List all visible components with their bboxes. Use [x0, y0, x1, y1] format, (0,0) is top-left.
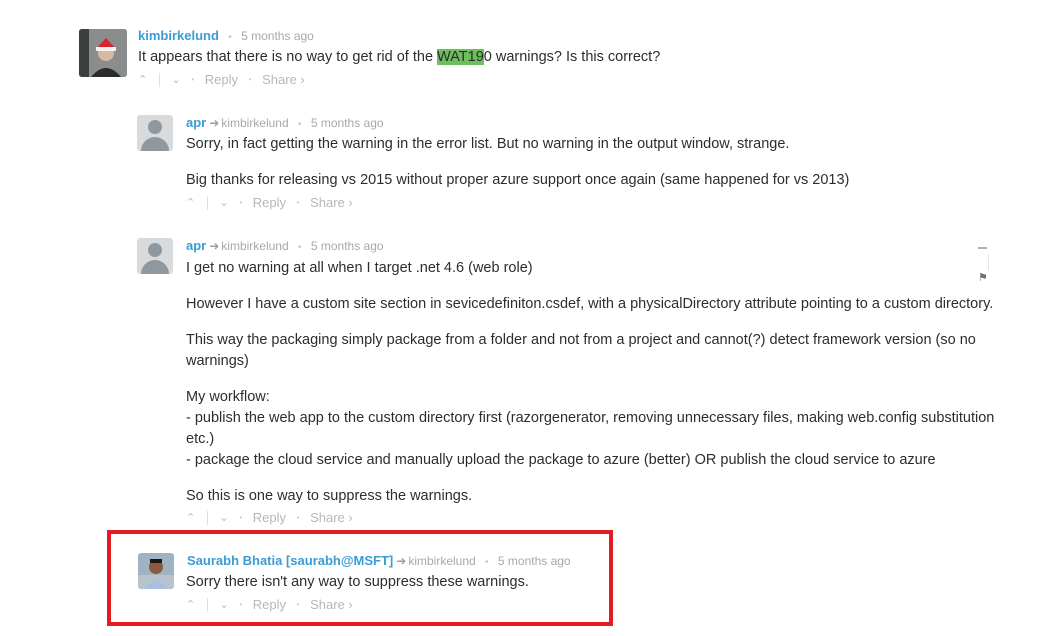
share-button[interactable]: Share ›	[310, 510, 353, 525]
default-avatar-body	[141, 260, 169, 274]
comment-meta: Saurabh Bhatia [saurabh@MSFT] ➜ kimbirkelu…	[187, 553, 571, 568]
separator-dot: •	[191, 75, 195, 85]
user-photo-avatar-icon	[79, 29, 127, 77]
downvote-icon[interactable]: ⌄	[219, 196, 228, 209]
message-paragraph: Sorry there isn't any way to suppress th…	[186, 574, 529, 590]
downvote-icon[interactable]: ⌄	[171, 73, 180, 86]
parent-author-link[interactable]: kimbirkelund	[408, 554, 475, 568]
message-paragraph: Sorry, in fact getting the warning in th…	[186, 136, 790, 152]
default-avatar-icon	[148, 243, 162, 257]
message-paragraph: I get no warning at all when I target .n…	[186, 260, 533, 276]
upvote-icon[interactable]: ⌃	[186, 196, 195, 209]
reply-arrow-icon: ➜	[209, 239, 220, 253]
comment-meta: kimbirkelund • 5 months ago	[138, 28, 314, 43]
downvote-icon[interactable]: ⌄	[219, 598, 228, 611]
author-link[interactable]: kimbirkelund	[138, 28, 219, 43]
author-link[interactable]: apr	[186, 238, 206, 253]
reply-button[interactable]: Reply	[205, 72, 238, 87]
message-text: It appears that there is no way to get r…	[138, 49, 438, 65]
avatar[interactable]	[138, 553, 174, 589]
comment-actions: ⌃ ⌄ • Reply • Share ›	[186, 194, 353, 210]
share-button[interactable]: Share ›	[310, 597, 353, 612]
timestamp-link[interactable]: 5 months ago	[311, 116, 384, 130]
comment-message: It appears that there is no way to get r…	[138, 47, 660, 68]
collapse-icon[interactable]	[978, 246, 987, 249]
share-button[interactable]: Share ›	[310, 195, 353, 210]
timestamp-link[interactable]: 5 months ago	[241, 29, 314, 43]
author-link[interactable]: apr	[186, 115, 206, 130]
comment-message: Sorry there isn't any way to suppress th…	[186, 572, 529, 593]
upvote-icon[interactable]: ⌃	[186, 598, 195, 611]
comment-actions: ⌃ ⌄ • Reply • Share ›	[186, 509, 353, 525]
avatar[interactable]	[137, 115, 173, 151]
reply-button[interactable]: Reply	[253, 195, 286, 210]
separator-dot: •	[248, 75, 252, 85]
share-button[interactable]: Share ›	[262, 72, 305, 87]
message-text: 0 warnings? Is this correct?	[483, 49, 661, 65]
upvote-icon[interactable]: ⌃	[138, 73, 147, 86]
comment-meta: apr ➜ kimbirkelund • 5 months ago	[186, 238, 384, 253]
message-paragraph: So this is one way to suppress the warni…	[186, 488, 473, 504]
separator-dot: •	[485, 557, 489, 568]
separator-dot: •	[239, 513, 243, 523]
separator-dot: •	[298, 242, 302, 253]
search-highlight: WAT19	[437, 49, 484, 65]
timestamp-link[interactable]: 5 months ago	[498, 554, 571, 568]
separator-dot: •	[239, 600, 243, 610]
comment-meta: apr ➜ kimbirkelund • 5 months ago	[186, 115, 384, 130]
default-avatar-body	[141, 137, 169, 151]
comment-message: I get no warning at all when I target .n…	[186, 258, 1016, 522]
reply-button[interactable]: Reply	[253, 510, 286, 525]
separator-dot: •	[296, 198, 300, 208]
reply-button[interactable]: Reply	[253, 597, 286, 612]
divider	[206, 510, 208, 525]
message-paragraph: However I have a custom site section in …	[186, 296, 994, 312]
divider	[158, 72, 160, 87]
divider	[206, 597, 208, 612]
default-avatar-icon	[148, 120, 162, 134]
parent-author-link[interactable]: kimbirkelund	[221, 239, 288, 253]
avatar[interactable]	[79, 29, 127, 77]
downvote-icon[interactable]: ⌄	[219, 511, 228, 524]
reply-arrow-icon: ➜	[209, 116, 220, 130]
separator-dot: •	[296, 600, 300, 610]
comment-actions: ⌃ ⌄ • Reply • Share ›	[138, 71, 305, 87]
message-paragraph: Big thanks for releasing vs 2015 without…	[186, 172, 850, 188]
avatar[interactable]	[137, 238, 173, 274]
timestamp-link[interactable]: 5 months ago	[311, 239, 384, 253]
parent-author-link[interactable]: kimbirkelund	[221, 116, 288, 130]
separator-dot: •	[228, 32, 232, 43]
author-link[interactable]: Saurabh Bhatia [saurabh@MSFT]	[187, 553, 393, 568]
message-paragraph: This way the packaging simply package fr…	[186, 332, 976, 369]
divider	[206, 195, 208, 210]
reply-arrow-icon: ➜	[396, 554, 407, 568]
comment-actions: ⌃ ⌄ • Reply • Share ›	[186, 596, 353, 612]
message-paragraph: My workflow: - publish the web app to th…	[186, 389, 995, 468]
user-photo-avatar-icon	[138, 553, 174, 589]
separator-dot: •	[239, 198, 243, 208]
separator-dot: •	[298, 119, 302, 130]
separator-dot: •	[296, 513, 300, 523]
upvote-icon[interactable]: ⌃	[186, 511, 195, 524]
